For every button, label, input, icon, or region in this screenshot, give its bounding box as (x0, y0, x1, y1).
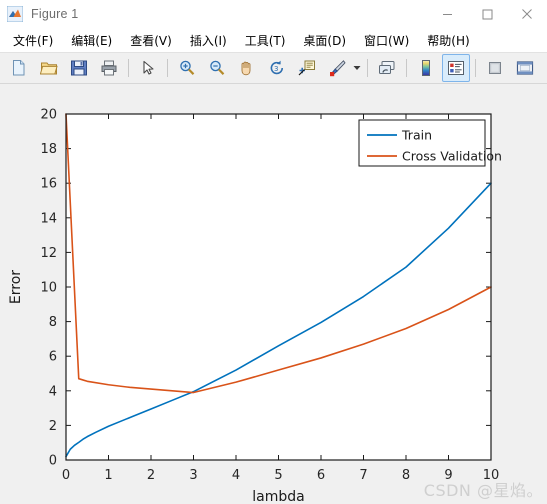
toolbar: 3 (0, 52, 547, 84)
menu-edit[interactable]: 编辑(E) (62, 30, 121, 51)
y-axis-label: Error (8, 270, 24, 304)
y-tick-label: 6 (49, 350, 57, 365)
legend-label: Train (401, 128, 432, 143)
title-bar: Figure 1 (0, 0, 547, 28)
y-tick-label: 20 (40, 108, 57, 123)
data-cursor-icon[interactable] (293, 54, 321, 82)
x-tick-label: 2 (147, 468, 155, 483)
figure-canvas: 0 2 4 6 8 10 12 14 16 18 20 0 1 2 3 4 5 6 7 8 9 10 lambda Error… (0, 84, 547, 504)
menu-window[interactable]: 窗口(W) (355, 30, 418, 51)
toolbar-separator (128, 59, 129, 77)
figure-background: 0 2 4 6 8 10 12 14 16 18 20 0 1 2 3 4 5 6 7 8 9 10 lambda Error… (0, 84, 547, 504)
colorbar-icon[interactable] (412, 54, 440, 82)
y-tick-label: 10 (40, 281, 57, 296)
x-tick-label: 7 (359, 468, 367, 483)
menu-file[interactable]: 文件(F) (4, 30, 62, 51)
x-tick-label: 0 (62, 468, 70, 483)
x-tick-label: 1 (104, 468, 112, 483)
toolbar-separator (406, 59, 407, 77)
toolbar-separator (475, 59, 476, 77)
legend-label: Cross Validation (402, 149, 502, 164)
legend-icon[interactable] (442, 54, 470, 82)
close-button[interactable] (507, 0, 547, 28)
menu-help[interactable]: 帮助(H) (418, 30, 478, 51)
show-plot-tools-icon[interactable] (511, 54, 539, 82)
y-tick-label: 12 (40, 246, 57, 261)
window-title: Figure 1 (31, 7, 79, 21)
print-figure-icon[interactable] (95, 54, 123, 82)
brush-data-icon[interactable] (323, 54, 351, 82)
new-figure-icon[interactable] (5, 54, 33, 82)
window-controls (427, 0, 547, 28)
zoom-in-icon[interactable] (173, 54, 201, 82)
y-tick-label: 2 (49, 419, 57, 434)
y-tick-label: 8 (49, 315, 57, 330)
y-tick-label: 0 (49, 454, 57, 469)
matlab-figure-window: Figure 1 文件(F) 编辑(E) 查看(V) 插入(I) 工具(T) 桌… (0, 0, 547, 504)
y-tick-label: 16 (40, 177, 57, 192)
save-figure-icon[interactable] (65, 54, 93, 82)
rotate-3d-icon[interactable]: 3 (263, 54, 291, 82)
hide-plot-tools-icon[interactable] (481, 54, 509, 82)
open-file-icon[interactable] (35, 54, 63, 82)
toolbar-separator (367, 59, 368, 77)
edit-plot-pointer-icon[interactable] (134, 54, 162, 82)
csdn-watermark: CSDN @星焰。 (423, 481, 543, 500)
maximize-button[interactable] (467, 0, 507, 28)
svg-text:3: 3 (274, 65, 278, 73)
y-tick-label: 18 (40, 142, 57, 157)
x-tick-label: 4 (232, 468, 240, 483)
matlab-figure-icon (6, 5, 24, 23)
toolbar-separator (167, 59, 168, 77)
brush-dropdown-caret-icon[interactable] (352, 55, 361, 81)
x-axis-label: lambda (252, 489, 304, 504)
error-vs-lambda-plot: 024681012141618200 1 2 3 4 5 6 7 8 9 10lambdaError… (8, 108, 502, 504)
menu-view[interactable]: 查看(V) (121, 30, 181, 51)
x-tick-label: 6 (317, 468, 325, 483)
zoom-out-icon[interactable] (203, 54, 231, 82)
y-tick-label: 14 (40, 211, 57, 226)
minimize-button[interactable] (427, 0, 467, 28)
y-tick-label: 4 (49, 384, 57, 399)
menu-tools[interactable]: 工具(T) (236, 30, 295, 51)
x-tick-label: 3 (189, 468, 197, 483)
pan-hand-icon[interactable] (233, 54, 261, 82)
menu-insert[interactable]: 插入(I) (181, 30, 236, 51)
menu-desktop[interactable]: 桌面(D) (294, 30, 355, 51)
menu-bar: 文件(F) 编辑(E) 查看(V) 插入(I) 工具(T) 桌面(D) 窗口(W… (0, 28, 547, 52)
x-tick-label: 8 (402, 468, 410, 483)
x-tick-label: 5 (274, 468, 282, 483)
link-plot-icon[interactable] (373, 54, 401, 82)
